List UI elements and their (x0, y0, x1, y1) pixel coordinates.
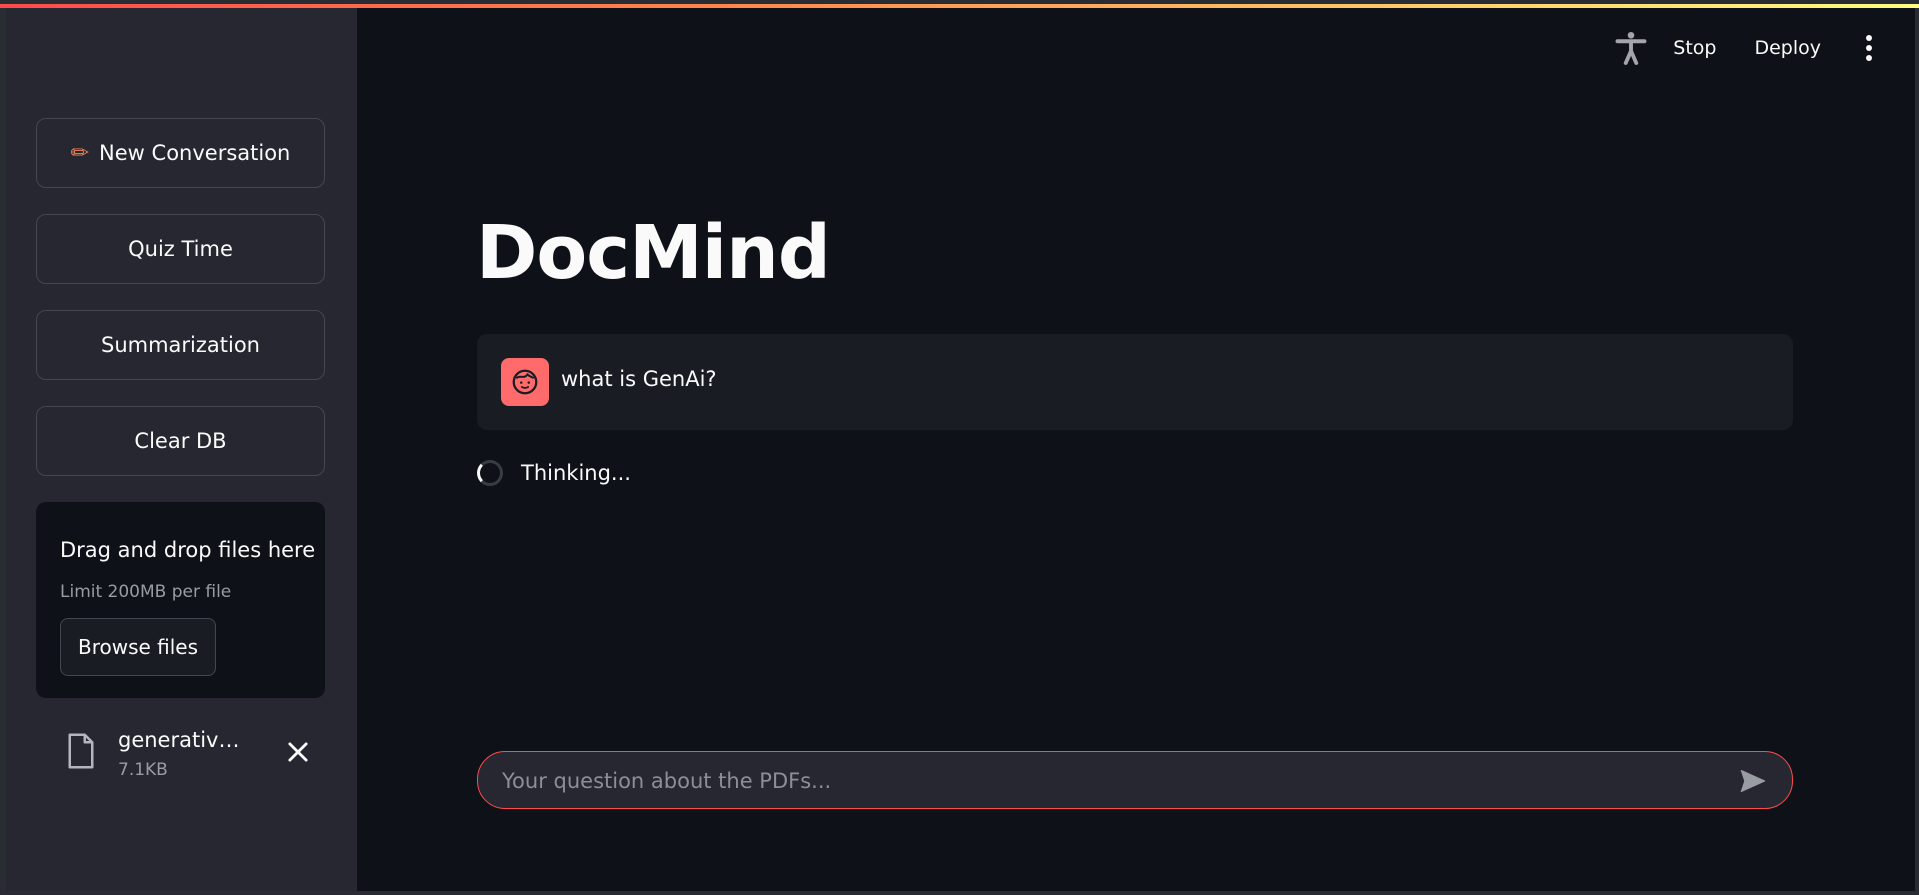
chat-input-container (477, 751, 1793, 809)
page-title: DocMind (476, 210, 831, 296)
file-size: 7.1KB (118, 760, 168, 780)
file-icon (68, 733, 94, 769)
browse-files-button[interactable]: Browse files (60, 618, 216, 676)
kebab-menu-icon[interactable] (1859, 33, 1879, 63)
user-avatar (501, 358, 549, 406)
send-icon[interactable] (1738, 767, 1768, 795)
uploaded-file-item: generative… 7.1KB (36, 718, 325, 788)
header-actions: Stop Deploy (1613, 30, 1879, 66)
pencil-icon: ✏ (70, 140, 90, 166)
clear-db-label: Clear DB (134, 429, 227, 453)
remove-file-icon[interactable] (284, 738, 312, 766)
file-name: generative… (118, 728, 248, 752)
message-text: what is GenAi? (561, 367, 717, 391)
spinner-icon (477, 460, 503, 486)
quiz-time-label: Quiz Time (128, 237, 233, 261)
running-indicator-bar (0, 4, 1919, 8)
dropzone-title: Drag and drop files here (60, 538, 316, 562)
dropzone-limit: Limit 200MB per file (60, 582, 232, 602)
chat-message-user: what is GenAi? (477, 334, 1793, 430)
new-conversation-label: New Conversation (99, 141, 291, 165)
file-dropzone[interactable]: Drag and drop files here Limit 200MB per… (36, 502, 325, 698)
accessibility-icon[interactable] (1613, 30, 1649, 66)
deploy-button[interactable]: Deploy (1754, 37, 1821, 59)
sidebar: ✏ New Conversation Quiz Time Summarizati… (6, 8, 357, 891)
browse-files-label: Browse files (77, 635, 199, 659)
new-conversation-button[interactable]: ✏ New Conversation (36, 118, 325, 188)
summarization-button[interactable]: Summarization (36, 310, 325, 380)
summarization-label: Summarization (100, 333, 260, 357)
chat-input[interactable] (500, 762, 1704, 800)
status-indicator: Thinking... (477, 460, 631, 486)
stop-button[interactable]: Stop (1673, 37, 1716, 59)
status-text: Thinking... (521, 461, 631, 485)
clear-db-button[interactable]: Clear DB (36, 406, 325, 476)
user-face-icon (512, 369, 538, 395)
quiz-time-button[interactable]: Quiz Time (36, 214, 325, 284)
